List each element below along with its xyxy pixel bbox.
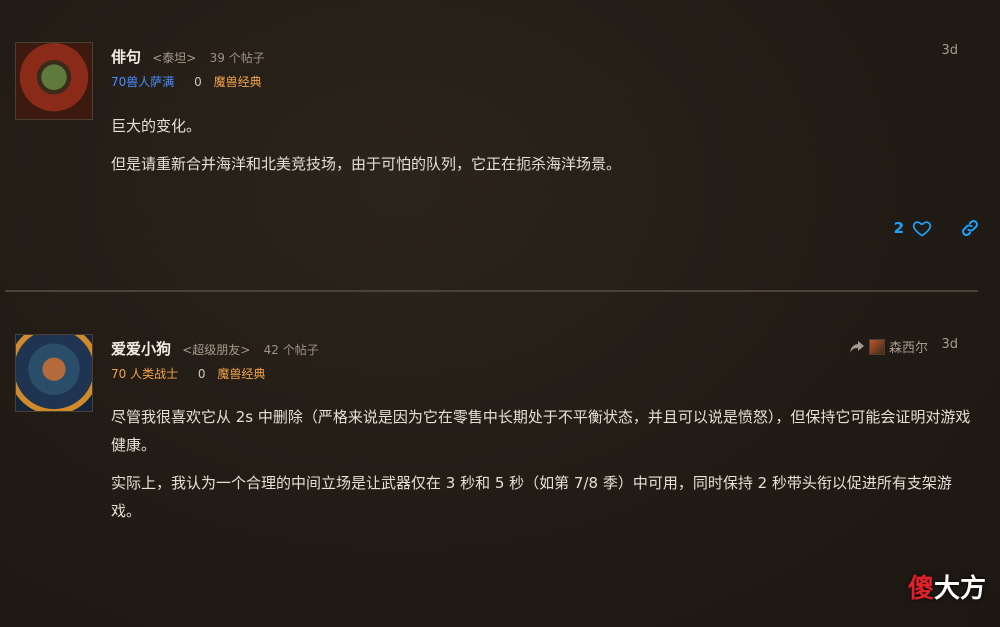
reply-to[interactable]: 森西尔 <box>849 337 928 356</box>
character-meta: 70 人类战士 0 魔兽经典 <box>111 365 265 382</box>
author-line: 俳句 <泰坦> 39 个帖子 <box>111 46 265 67</box>
server-tag: <泰坦> <box>152 51 197 65</box>
game-label: 魔兽经典 <box>213 75 262 89</box>
reply-to-name: 森西尔 <box>888 341 928 356</box>
watermark-first: 傻 <box>907 574 934 604</box>
watermark: 傻大方 <box>908 568 986 605</box>
watermark-rest: 大方 <box>933 574 986 604</box>
character-class: 70 人类战士 <box>111 367 179 381</box>
author-name[interactable]: 爱爱小狗 <box>111 340 171 358</box>
post-date[interactable]: 3d <box>941 337 958 352</box>
character-meta: 70兽人萨满 0 魔兽经典 <box>111 73 262 90</box>
heart-icon[interactable] <box>912 218 932 238</box>
post-actions: 2 <box>894 218 980 238</box>
post-count: 39 个帖子 <box>209 51 265 65</box>
achievement-count: 0 <box>197 367 206 381</box>
avatar[interactable] <box>15 42 93 120</box>
avatar[interactable] <box>15 334 93 412</box>
link-icon[interactable] <box>960 218 980 238</box>
post-date[interactable]: 3d <box>941 43 958 58</box>
character-class: 70兽人萨满 <box>111 75 175 89</box>
reply-arrow-icon <box>849 340 865 354</box>
like-count[interactable]: 2 <box>894 219 904 237</box>
game-label: 魔兽经典 <box>217 367 266 381</box>
achievement-count: 0 <box>194 75 202 89</box>
post-count: 42 个帖子 <box>263 343 319 357</box>
paragraph: 尽管我很喜欢它从 2s 中删除（严格来说是因为它在零售中长期处于不平衡状态，并且… <box>111 408 971 454</box>
author-name[interactable]: 俳句 <box>111 48 141 66</box>
paragraph: 巨大的变化。 <box>111 117 202 135</box>
paragraph: 实际上，我认为一个合理的中间立场是让武器仅在 3 秒和 5 秒（如第 7/8 季… <box>111 474 952 520</box>
post-body: 尽管我很喜欢它从 2s 中删除（严格来说是因为它在零售中长期处于不平衡状态，并且… <box>111 403 971 535</box>
author-line: 爱爱小狗 <超级朋友> 42 个帖子 <box>111 338 319 359</box>
post-2: 爱爱小狗 <超级朋友> 42 个帖子 70 人类战士 0 魔兽经典 森西尔 3d… <box>0 292 1000 627</box>
paragraph: 但是请重新合并海洋和北美竞技场，由于可怕的队列，它正在扼杀海洋场景。 <box>111 155 622 173</box>
reply-avatar <box>868 338 885 355</box>
server-tag: <超级朋友> <box>182 343 251 357</box>
post-body: 巨大的变化。 但是请重新合并海洋和北美竞技场，由于可怕的队列，它正在扼杀海洋场景… <box>111 112 971 188</box>
post-1: 俳句 <泰坦> 39 个帖子 70兽人萨满 0 魔兽经典 3d 巨大的变化。 但… <box>0 0 1000 290</box>
